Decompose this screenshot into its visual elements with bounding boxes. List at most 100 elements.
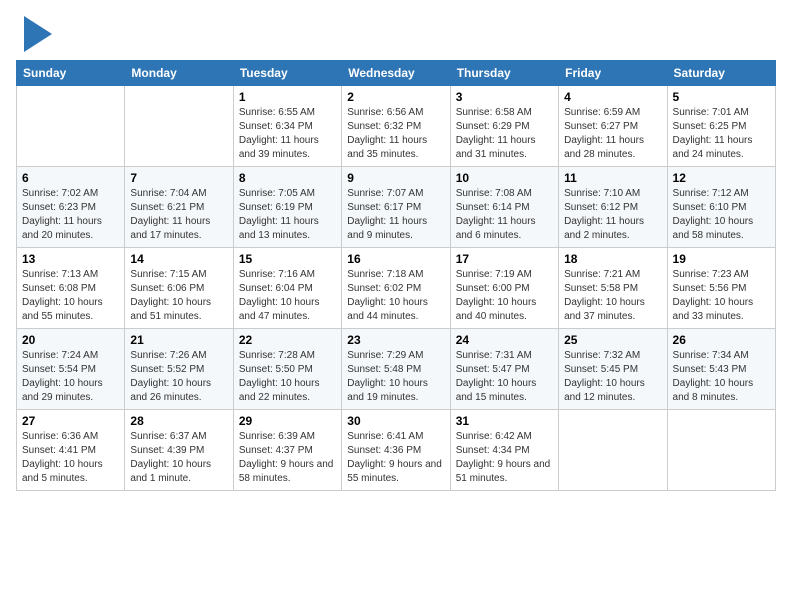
calendar-cell: 12 Sunrise: 7:12 AM Sunset: 6:10 PM Dayli… bbox=[667, 167, 775, 248]
day-number: 29 bbox=[239, 414, 336, 428]
calendar-cell bbox=[125, 86, 233, 167]
day-number: 23 bbox=[347, 333, 444, 347]
day-detail: Sunrise: 7:26 AM Sunset: 5:52 PM Dayligh… bbox=[130, 349, 227, 405]
day-number: 7 bbox=[130, 171, 227, 185]
calendar-cell bbox=[667, 410, 775, 491]
day-number: 4 bbox=[564, 90, 661, 104]
day-detail: Sunrise: 6:56 AM Sunset: 6:32 PM Dayligh… bbox=[347, 106, 444, 162]
day-number: 5 bbox=[673, 90, 770, 104]
day-number: 24 bbox=[456, 333, 553, 347]
calendar-cell: 6Sunrise: 7:02 AM Sunset: 6:23 PM Daylig… bbox=[17, 167, 125, 248]
calendar-cell: 16 Sunrise: 7:18 AM Sunset: 6:02 PM Dayli… bbox=[342, 248, 450, 329]
calendar-cell: 17Sunrise: 7:19 AM Sunset: 6:00 PM Dayli… bbox=[450, 248, 558, 329]
day-number: 12 bbox=[673, 171, 770, 185]
calendar-week-1: 1 Sunrise: 6:55 AM Sunset: 6:34 PM Daylig… bbox=[17, 86, 776, 167]
calendar-header: SundayMondayTuesdayWednesdayThursdayFrid… bbox=[17, 61, 776, 86]
calendar-week-4: 20 Sunrise: 7:24 AM Sunset: 5:54 PM Dayli… bbox=[17, 329, 776, 410]
calendar-cell: 8 Sunrise: 7:05 AM Sunset: 6:19 PM Daylig… bbox=[233, 167, 341, 248]
day-detail: Sunrise: 7:10 AM Sunset: 6:12 PM Dayligh… bbox=[564, 187, 661, 243]
day-number: 19 bbox=[673, 252, 770, 266]
weekday-header-saturday: Saturday bbox=[667, 61, 775, 86]
day-number: 31 bbox=[456, 414, 553, 428]
calendar-cell: 10Sunrise: 7:08 AM Sunset: 6:14 PM Dayli… bbox=[450, 167, 558, 248]
weekday-header-friday: Friday bbox=[559, 61, 667, 86]
weekday-row: SundayMondayTuesdayWednesdayThursdayFrid… bbox=[17, 61, 776, 86]
calendar-cell: 27Sunrise: 6:36 AM Sunset: 4:41 PM Dayli… bbox=[17, 410, 125, 491]
day-detail: Sunrise: 7:15 AM Sunset: 6:06 PM Dayligh… bbox=[130, 268, 227, 324]
day-detail: Sunrise: 7:34 AM Sunset: 5:43 PM Dayligh… bbox=[673, 349, 770, 405]
logo-icon bbox=[24, 16, 52, 52]
calendar-cell: 13 Sunrise: 7:13 AM Sunset: 6:08 PM Dayli… bbox=[17, 248, 125, 329]
day-number: 27 bbox=[22, 414, 119, 428]
day-detail: Sunrise: 7:31 AM Sunset: 5:47 PM Dayligh… bbox=[456, 349, 553, 405]
day-number: 18 bbox=[564, 252, 661, 266]
calendar-cell: 21 Sunrise: 7:26 AM Sunset: 5:52 PM Dayli… bbox=[125, 329, 233, 410]
weekday-header-sunday: Sunday bbox=[17, 61, 125, 86]
weekday-header-thursday: Thursday bbox=[450, 61, 558, 86]
calendar-cell: 24 Sunrise: 7:31 AM Sunset: 5:47 PM Dayli… bbox=[450, 329, 558, 410]
calendar-cell: 31 Sunrise: 6:42 AM Sunset: 4:34 PM Dayli… bbox=[450, 410, 558, 491]
day-detail: Sunrise: 7:32 AM Sunset: 5:45 PM Dayligh… bbox=[564, 349, 661, 405]
calendar-cell: 9Sunrise: 7:07 AM Sunset: 6:17 PM Daylig… bbox=[342, 167, 450, 248]
day-detail: Sunrise: 7:02 AM Sunset: 6:23 PM Dayligh… bbox=[22, 187, 119, 243]
weekday-header-tuesday: Tuesday bbox=[233, 61, 341, 86]
day-detail: Sunrise: 6:59 AM Sunset: 6:27 PM Dayligh… bbox=[564, 106, 661, 162]
calendar-cell: 20 Sunrise: 7:24 AM Sunset: 5:54 PM Dayli… bbox=[17, 329, 125, 410]
calendar-cell: 19 Sunrise: 7:23 AM Sunset: 5:56 PM Dayli… bbox=[667, 248, 775, 329]
calendar-cell: 4 Sunrise: 6:59 AM Sunset: 6:27 PM Daylig… bbox=[559, 86, 667, 167]
day-number: 26 bbox=[673, 333, 770, 347]
day-number: 3 bbox=[456, 90, 553, 104]
day-detail: Sunrise: 7:28 AM Sunset: 5:50 PM Dayligh… bbox=[239, 349, 336, 405]
day-detail: Sunrise: 7:13 AM Sunset: 6:08 PM Dayligh… bbox=[22, 268, 119, 324]
day-number: 1 bbox=[239, 90, 336, 104]
weekday-header-monday: Monday bbox=[125, 61, 233, 86]
calendar-cell: 26 Sunrise: 7:34 AM Sunset: 5:43 PM Dayli… bbox=[667, 329, 775, 410]
weekday-header-wednesday: Wednesday bbox=[342, 61, 450, 86]
day-number: 22 bbox=[239, 333, 336, 347]
calendar-cell: 15 Sunrise: 7:16 AM Sunset: 6:04 PM Dayli… bbox=[233, 248, 341, 329]
day-number: 20 bbox=[22, 333, 119, 347]
day-detail: Sunrise: 7:19 AM Sunset: 6:00 PM Dayligh… bbox=[456, 268, 553, 324]
day-detail: Sunrise: 7:23 AM Sunset: 5:56 PM Dayligh… bbox=[673, 268, 770, 324]
day-number: 15 bbox=[239, 252, 336, 266]
day-detail: Sunrise: 6:41 AM Sunset: 4:36 PM Dayligh… bbox=[347, 430, 444, 486]
calendar-week-5: 27Sunrise: 6:36 AM Sunset: 4:41 PM Dayli… bbox=[17, 410, 776, 491]
calendar-cell: 28Sunrise: 6:37 AM Sunset: 4:39 PM Dayli… bbox=[125, 410, 233, 491]
page-header bbox=[16, 16, 776, 52]
day-detail: Sunrise: 6:39 AM Sunset: 4:37 PM Dayligh… bbox=[239, 430, 336, 486]
day-detail: Sunrise: 7:16 AM Sunset: 6:04 PM Dayligh… bbox=[239, 268, 336, 324]
day-detail: Sunrise: 6:58 AM Sunset: 6:29 PM Dayligh… bbox=[456, 106, 553, 162]
day-detail: Sunrise: 7:29 AM Sunset: 5:48 PM Dayligh… bbox=[347, 349, 444, 405]
calendar-week-2: 6Sunrise: 7:02 AM Sunset: 6:23 PM Daylig… bbox=[17, 167, 776, 248]
day-number: 9 bbox=[347, 171, 444, 185]
calendar-cell: 30Sunrise: 6:41 AM Sunset: 4:36 PM Dayli… bbox=[342, 410, 450, 491]
calendar-table: SundayMondayTuesdayWednesdayThursdayFrid… bbox=[16, 60, 776, 491]
calendar-cell: 2Sunrise: 6:56 AM Sunset: 6:32 PM Daylig… bbox=[342, 86, 450, 167]
calendar-body: 1 Sunrise: 6:55 AM Sunset: 6:34 PM Daylig… bbox=[17, 86, 776, 491]
day-detail: Sunrise: 6:37 AM Sunset: 4:39 PM Dayligh… bbox=[130, 430, 227, 486]
calendar-cell bbox=[17, 86, 125, 167]
day-detail: Sunrise: 7:05 AM Sunset: 6:19 PM Dayligh… bbox=[239, 187, 336, 243]
calendar-cell bbox=[559, 410, 667, 491]
day-detail: Sunrise: 7:21 AM Sunset: 5:58 PM Dayligh… bbox=[564, 268, 661, 324]
day-number: 8 bbox=[239, 171, 336, 185]
day-detail: Sunrise: 7:01 AM Sunset: 6:25 PM Dayligh… bbox=[673, 106, 770, 162]
calendar-cell: 14Sunrise: 7:15 AM Sunset: 6:06 PM Dayli… bbox=[125, 248, 233, 329]
calendar-cell: 3 Sunrise: 6:58 AM Sunset: 6:29 PM Daylig… bbox=[450, 86, 558, 167]
calendar-cell: 18 Sunrise: 7:21 AM Sunset: 5:58 PM Dayli… bbox=[559, 248, 667, 329]
day-number: 13 bbox=[22, 252, 119, 266]
calendar-cell: 23 Sunrise: 7:29 AM Sunset: 5:48 PM Dayli… bbox=[342, 329, 450, 410]
day-detail: Sunrise: 6:42 AM Sunset: 4:34 PM Dayligh… bbox=[456, 430, 553, 486]
day-detail: Sunrise: 7:12 AM Sunset: 6:10 PM Dayligh… bbox=[673, 187, 770, 243]
logo bbox=[16, 16, 52, 52]
day-number: 10 bbox=[456, 171, 553, 185]
day-detail: Sunrise: 7:24 AM Sunset: 5:54 PM Dayligh… bbox=[22, 349, 119, 405]
calendar-week-3: 13 Sunrise: 7:13 AM Sunset: 6:08 PM Dayli… bbox=[17, 248, 776, 329]
day-number: 21 bbox=[130, 333, 227, 347]
day-detail: Sunrise: 7:18 AM Sunset: 6:02 PM Dayligh… bbox=[347, 268, 444, 324]
day-detail: Sunrise: 6:55 AM Sunset: 6:34 PM Dayligh… bbox=[239, 106, 336, 162]
calendar-cell: 1 Sunrise: 6:55 AM Sunset: 6:34 PM Daylig… bbox=[233, 86, 341, 167]
day-number: 16 bbox=[347, 252, 444, 266]
day-number: 25 bbox=[564, 333, 661, 347]
calendar-cell: 22 Sunrise: 7:28 AM Sunset: 5:50 PM Dayli… bbox=[233, 329, 341, 410]
